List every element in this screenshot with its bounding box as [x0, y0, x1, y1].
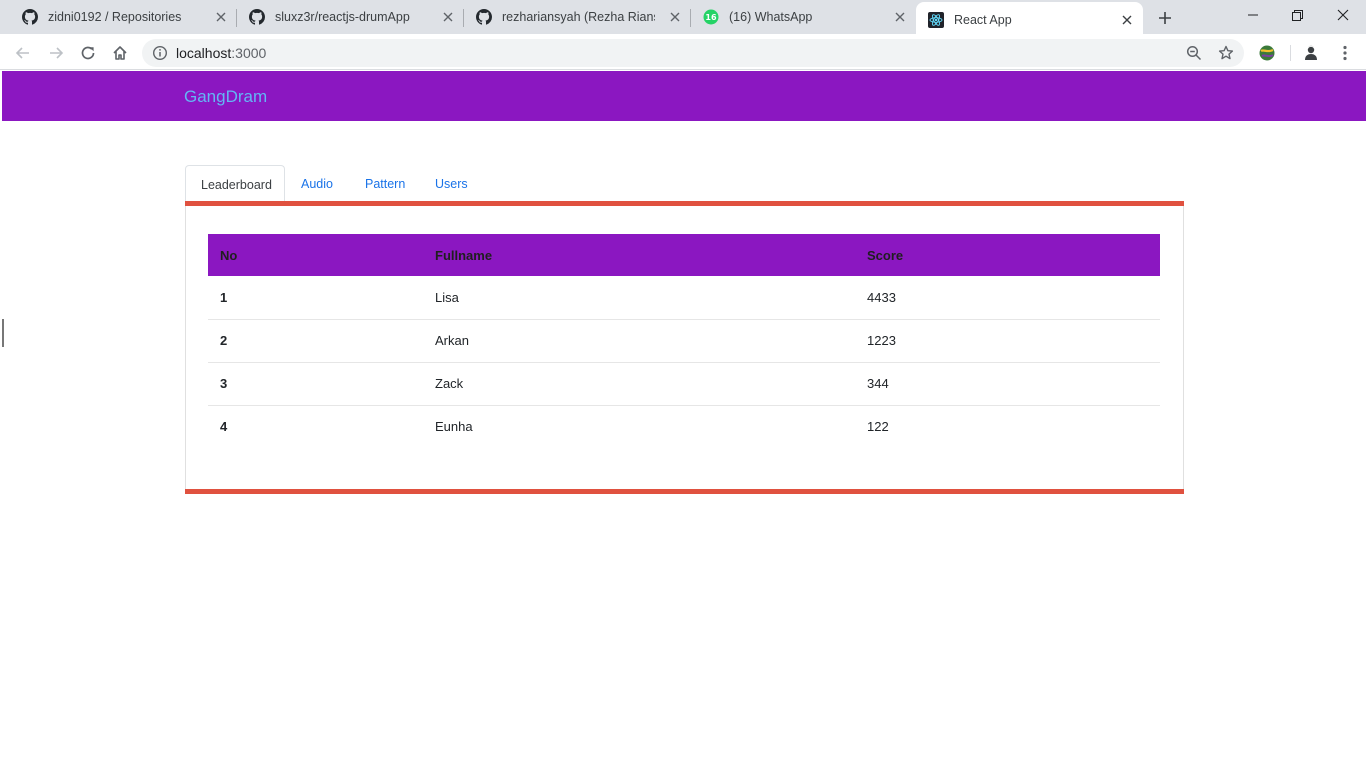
page-viewport: GangDram Leaderboard Audio Pattern Users… [2, 71, 1366, 768]
cell-no: 4 [208, 404, 423, 448]
minimize-icon[interactable] [1230, 0, 1276, 30]
browser-tab-drumapp[interactable]: sluxz3r/reactjs-drumApp [237, 0, 464, 34]
tab-title: sluxz3r/reactjs-drumApp [275, 10, 410, 24]
home-icon[interactable] [108, 41, 132, 65]
browser-tab-strip: zidni0192 / Repositories sluxz3r/reactjs… [0, 0, 1366, 38]
address-bar[interactable]: localhost:3000 [142, 39, 1244, 67]
section-tabs: Leaderboard Audio Pattern Users [185, 165, 1184, 202]
tab-title: (16) WhatsApp [729, 10, 813, 24]
scroll-marker [2, 319, 4, 347]
column-header-no: No [208, 234, 423, 276]
table-row: 4 Eunha 122 [208, 404, 1160, 448]
browser-toolbar: localhost:3000 [0, 36, 1366, 70]
more-options-icon[interactable] [1336, 44, 1354, 62]
github-icon [22, 9, 38, 25]
extension-globe-icon[interactable] [1258, 44, 1276, 62]
zoom-icon[interactable] [1186, 45, 1202, 61]
column-header-score: Score [855, 234, 1160, 276]
tab-title: zidni0192 / Repositories [48, 10, 182, 24]
toolbar-separator [1290, 45, 1291, 61]
cell-no: 3 [208, 361, 423, 405]
react-icon [928, 12, 944, 28]
url-text: localhost:3000 [176, 39, 266, 67]
app-navbar: GangDram [2, 71, 1366, 121]
forward-arrow-icon[interactable] [44, 41, 68, 65]
bookmark-star-icon[interactable] [1218, 45, 1234, 61]
close-icon[interactable] [213, 9, 229, 25]
browser-tab-react-app[interactable]: React App [916, 2, 1143, 38]
cell-score: 4433 [867, 289, 896, 305]
table-row: 2 Arkan 1223 [208, 318, 1160, 362]
svg-text:16: 16 [705, 13, 717, 22]
table-row: 1 Lisa 4433 [208, 276, 1160, 319]
restore-icon[interactable] [1274, 0, 1320, 30]
tab-title: React App [954, 13, 1012, 27]
browser-tab-repositories[interactable]: zidni0192 / Repositories [0, 0, 237, 34]
reload-icon[interactable] [76, 41, 100, 65]
browser-tab-whatsapp[interactable]: 16 (16) WhatsApp [691, 0, 916, 34]
close-icon[interactable] [1119, 12, 1135, 28]
new-tab-plus-icon[interactable] [1155, 8, 1175, 28]
cell-fullname: Zack [423, 361, 855, 405]
column-header-fullname: Fullname [423, 234, 855, 276]
cell-no: 2 [208, 318, 423, 362]
cell-no: 1 [220, 289, 228, 305]
tab-audio[interactable]: Audio [286, 165, 348, 202]
card-top-accent [185, 201, 1184, 206]
leaderboard-card: No Fullname Score 1 Lisa 4433 2 Arkan 12… [185, 201, 1184, 494]
url-host: localhost [176, 45, 232, 61]
cell-fullname: Eunha [423, 404, 855, 448]
close-icon[interactable] [440, 9, 456, 25]
browser-tab-rezhariansyah[interactable]: rezhariansyah (Rezha Riansyah [464, 0, 691, 34]
cell-fullname: Lisa [435, 289, 459, 305]
github-icon [476, 9, 492, 25]
cell-fullname: Arkan [423, 318, 855, 362]
url-port: :3000 [231, 45, 267, 61]
close-icon[interactable] [892, 9, 908, 25]
info-icon[interactable] [152, 45, 168, 61]
tab-title: rezhariansyah (Rezha Riansyah [502, 10, 655, 24]
github-icon [249, 9, 265, 25]
table-header-row: No Fullname Score [208, 234, 1160, 276]
brand-link[interactable]: GangDram [184, 71, 267, 123]
whatsapp-icon: 16 [703, 9, 719, 25]
cell-score: 122 [855, 404, 1160, 448]
tab-pattern[interactable]: Pattern [350, 165, 420, 202]
cell-score: 1223 [855, 318, 1160, 362]
cell-score: 344 [855, 361, 1160, 405]
close-icon[interactable] [667, 9, 683, 25]
table-row: 3 Zack 344 [208, 361, 1160, 405]
tab-leaderboard[interactable]: Leaderboard [185, 165, 285, 202]
back-arrow-icon[interactable] [11, 41, 35, 65]
card-bottom-accent [185, 489, 1184, 494]
tab-users[interactable]: Users [420, 165, 483, 202]
window-close-icon[interactable] [1320, 0, 1366, 30]
leaderboard-table: No Fullname Score 1 Lisa 4433 2 Arkan 12… [208, 234, 1160, 448]
profile-avatar-icon[interactable] [1302, 44, 1320, 62]
